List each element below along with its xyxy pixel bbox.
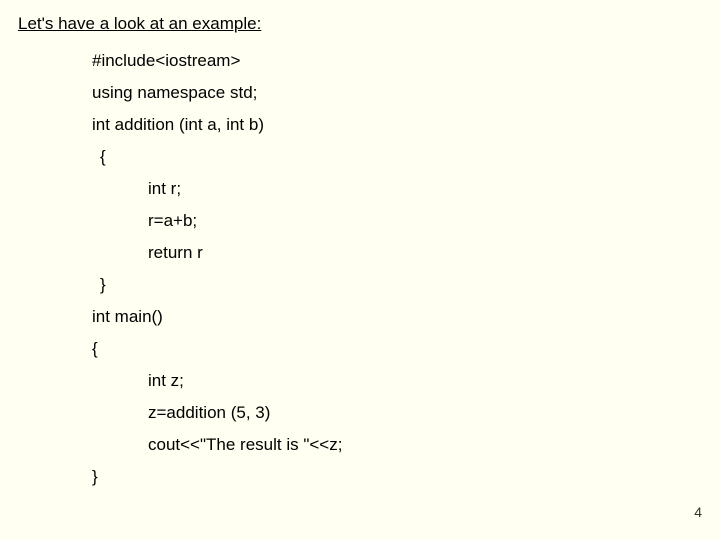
code-line: #include<iostream> [92,52,342,69]
intro-text: Let's have a look at an example: [18,14,261,34]
code-line: r=a+b; [92,212,342,229]
slide: Let's have a look at an example: #includ… [0,0,720,540]
page-number: 4 [694,504,702,520]
code-line: { [92,148,342,165]
code-line: { [92,340,342,357]
code-line: cout<<"The result is "<<z; [92,436,342,453]
code-line: return r [92,244,342,261]
code-line: z=addition (5, 3) [92,404,342,421]
code-line: int main() [92,308,342,325]
code-line: using namespace std; [92,84,342,101]
code-line: int addition (int a, int b) [92,116,342,133]
code-line: } [92,468,342,485]
code-block: #include<iostream> using namespace std; … [92,52,342,500]
code-line: } [92,276,342,293]
code-line: int z; [92,372,342,389]
code-line: int r; [92,180,342,197]
